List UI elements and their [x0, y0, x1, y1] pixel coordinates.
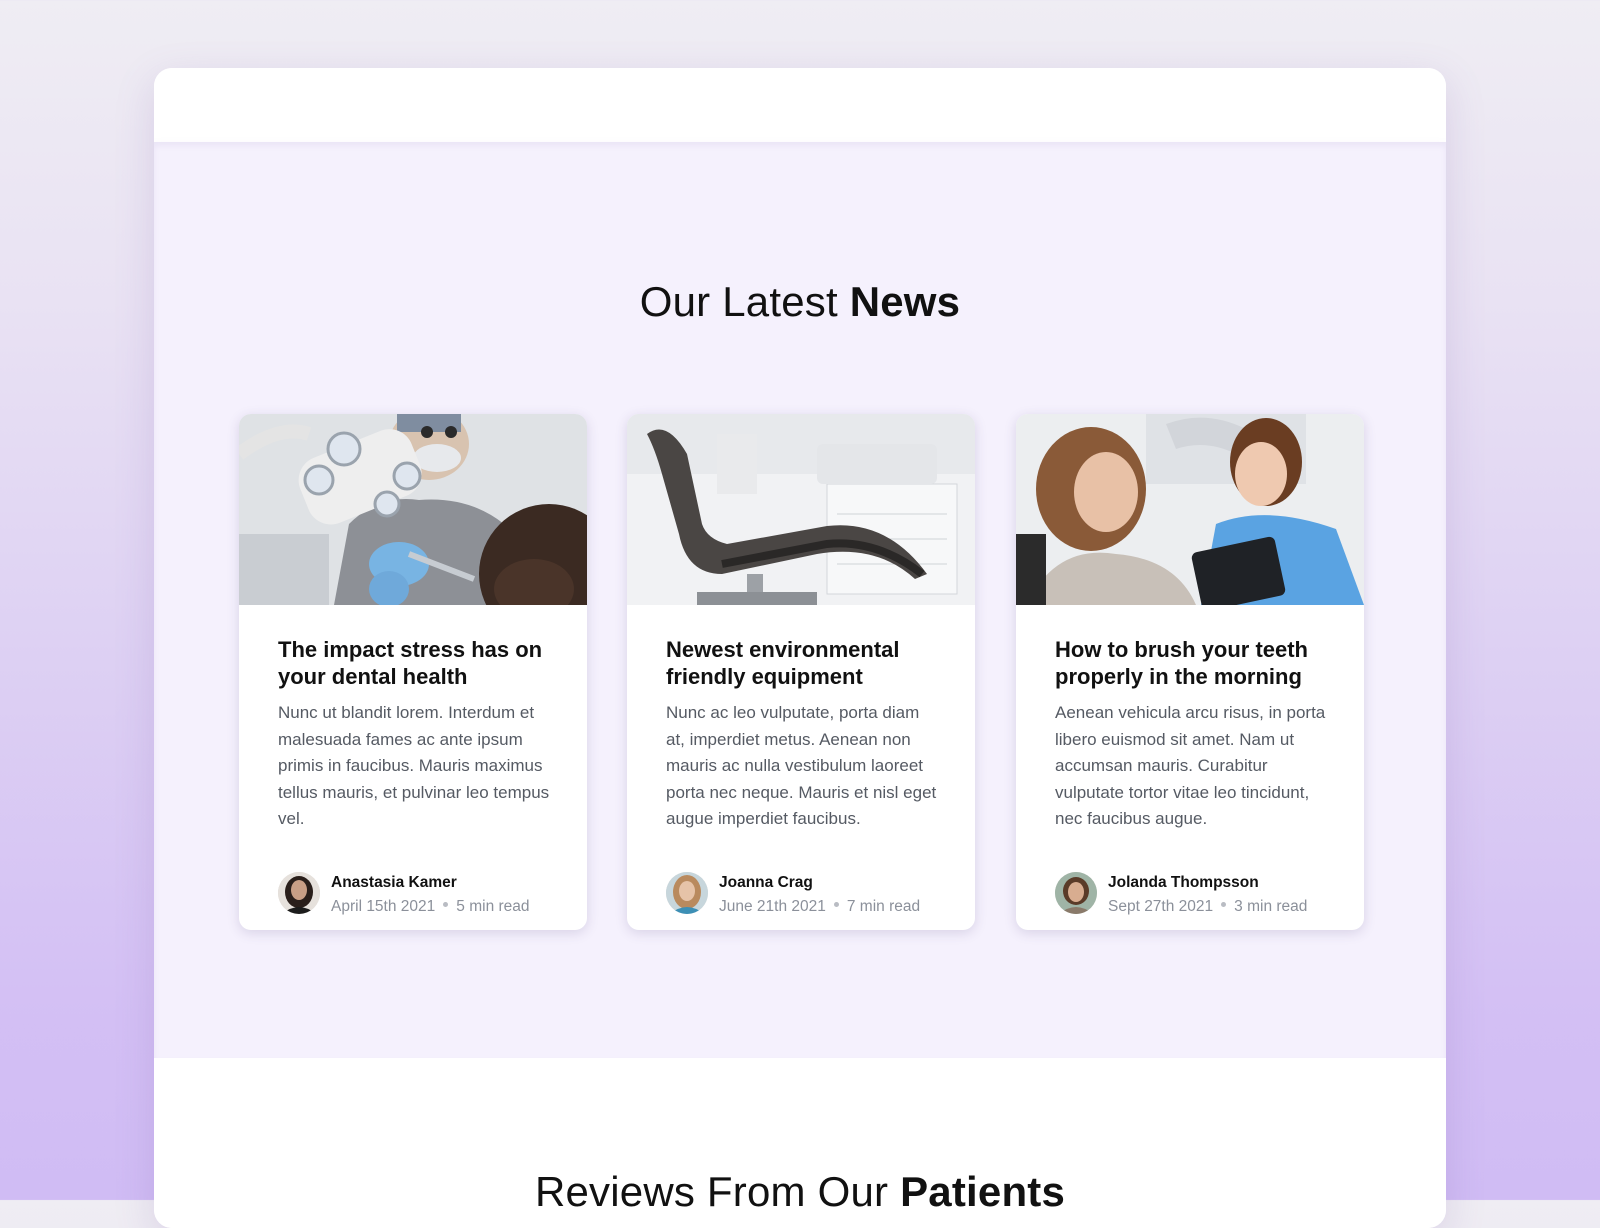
separator-dot [1221, 902, 1227, 908]
read-time: 5 min read [456, 898, 530, 915]
article-meta: June 21th 2021 7 min read [719, 898, 920, 916]
author-info: Joanna Crag June 21th 2021 7 min read [666, 872, 956, 916]
author-avatar [666, 872, 708, 914]
article-date: Sept 27th 2021 [1108, 898, 1214, 915]
article-title[interactable]: The impact stress has on your dental hea… [278, 636, 553, 690]
page-container: Our Latest News The impact stress has on… [154, 68, 1446, 1228]
article-title[interactable]: How to brush your teeth properly in the … [1055, 636, 1330, 690]
patient-reviews-section: Reviews From Our Patients [154, 1058, 1446, 1228]
article-excerpt: Nunc ac leo vulputate, porta diam at, im… [666, 703, 937, 828]
read-time: 7 min read [846, 898, 921, 915]
article-date: June 21th 2021 [719, 898, 826, 915]
article-title[interactable]: Newest environmental friendly equipment [666, 636, 941, 690]
article-meta: Sept 27th 2021 3 min read [1108, 898, 1307, 916]
section-title-bold: News [849, 278, 961, 325]
article-date: April 15th 2021 [331, 898, 436, 915]
dental-chair-equipment-photo[interactable] [627, 414, 975, 605]
dentist-showing-tablet-photo[interactable] [1016, 414, 1364, 605]
article-excerpt: Nunc ut blandit lorem. Interdum et males… [278, 703, 550, 828]
card-body: How to brush your teeth properly in the … [1055, 636, 1330, 833]
dentist-treating-patient-photo[interactable] [239, 414, 587, 605]
article-meta: April 15th 2021 5 min read [331, 898, 530, 916]
latest-news-section: Our Latest News The impact stress has on… [154, 142, 1446, 1058]
section-title-bold: Patients [900, 1168, 1066, 1215]
author-name: Anastasia Kamer [331, 874, 457, 891]
card-body: Newest environmental friendly equipment … [666, 636, 941, 833]
section-title-light: Reviews From Our [534, 1168, 901, 1215]
news-card[interactable]: Newest environmental friendly equipment … [627, 414, 975, 930]
author-info: Jolanda Thompsson Sept 27th 2021 3 min re… [1055, 872, 1345, 916]
author-avatar [278, 872, 320, 914]
card-body: The impact stress has on your dental hea… [278, 636, 553, 833]
section-title: Reviews From Our Patients [154, 1168, 1446, 1216]
author-name: Joanna Crag [719, 874, 813, 891]
separator-dot [833, 902, 839, 908]
read-time: 3 min read [1234, 898, 1308, 915]
article-excerpt: Aenean vehicula arcu risus, in porta lib… [1055, 703, 1326, 828]
separator-dot [443, 902, 449, 908]
author-name: Jolanda Thompsson [1108, 874, 1259, 891]
top-bar [154, 68, 1446, 140]
author-avatar [1055, 872, 1097, 914]
news-card[interactable]: How to brush your teeth properly in the … [1016, 414, 1364, 930]
author-info: Anastasia Kamer April 15th 2021 5 min rea… [278, 872, 568, 916]
section-title-light: Our Latest [639, 278, 850, 325]
news-card[interactable]: The impact stress has on your dental hea… [239, 414, 587, 930]
section-title: Our Latest News [154, 278, 1446, 326]
